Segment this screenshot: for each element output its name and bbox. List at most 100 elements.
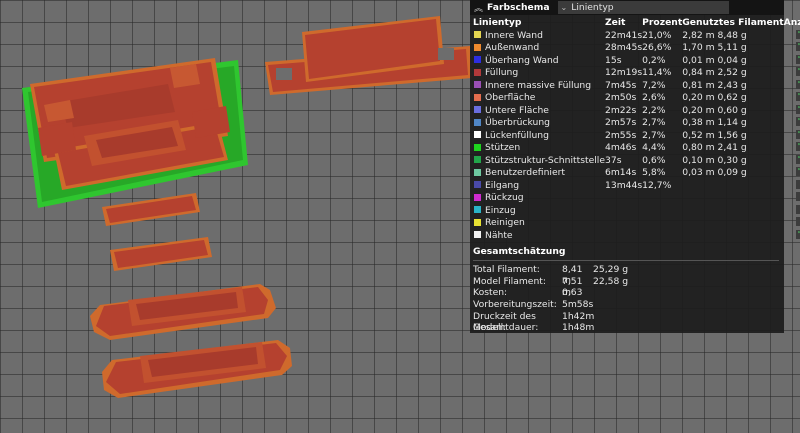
percent-cell: 4,4% [642, 142, 666, 154]
time-cell: 7m45s [605, 79, 637, 91]
table-row: Reinigen [473, 217, 800, 230]
color-scheme-dropdown[interactable]: ⌄ Linientyp [557, 1, 729, 14]
line-type-label: Untere Fläche [485, 104, 549, 116]
line-type-label: Stützen [485, 142, 521, 154]
show-checkbox[interactable] [795, 52, 800, 64]
time-cell [605, 217, 642, 230]
table-row: Überhang Wand 15s 0,2% 0,01 m 0,04 g [473, 52, 800, 67]
line-type-cell: Nähte [473, 229, 605, 242]
line-type-cell: Außenwand [473, 42, 605, 55]
filament-cell [682, 217, 783, 230]
color-swatch [474, 106, 481, 114]
show-checkbox[interactable] [795, 64, 800, 77]
color-swatch [474, 181, 481, 189]
table-row: Rückzug [473, 192, 800, 205]
filament-cell: 0,52 m 1,56 g [682, 129, 747, 141]
time-cell: 2m57s [605, 117, 637, 129]
line-type-cell: Lückenfüllung [473, 129, 605, 142]
color-swatch [474, 156, 481, 164]
model-part-strip-1[interactable] [102, 193, 200, 226]
line-type-cell: Einzug [473, 204, 605, 217]
line-type-label: Stützstruktur-Schnittstelle [485, 154, 606, 166]
show-checkbox[interactable] [795, 179, 800, 189]
line-type-label: Füllung [485, 67, 519, 79]
percent-cell: 7,2% [642, 79, 666, 91]
filament-cell [682, 229, 783, 242]
estimate-value: 1h42m [562, 310, 595, 322]
line-type-cell: Rückzug [473, 192, 605, 205]
show-checkbox[interactable] [795, 114, 800, 127]
table-row: Benutzerdefiniert 6m14s 5,8% 0,03 m 0,09 g [473, 164, 800, 180]
time-cell [605, 204, 642, 217]
show-checkbox[interactable] [795, 39, 800, 52]
show-checkbox[interactable] [795, 164, 800, 177]
time-cell [605, 229, 642, 242]
percent-cell [642, 217, 682, 230]
time-cell: 12m19s [605, 67, 643, 79]
percent-cell: 2,6% [642, 92, 666, 104]
color-swatch [474, 31, 481, 39]
show-cell [784, 204, 800, 217]
estimate-value-secondary [593, 299, 673, 311]
time-cell: 28m45s [605, 42, 643, 54]
chevron-down-icon: ⌄ [560, 3, 568, 12]
total-estimate: Gesamtschätzung Total Filament: 8,41 m 25,… [473, 246, 779, 334]
estimate-value: 5m58s [562, 299, 594, 311]
panel-title: Farbschema [487, 2, 550, 13]
show-checkbox[interactable] [795, 152, 800, 164]
line-type-label: Innere Wand [485, 29, 543, 41]
model-part-strip-2[interactable] [110, 237, 212, 271]
filament-cell [682, 179, 783, 192]
time-cell: 6m14s [605, 167, 637, 179]
line-type-label: Benutzerdefiniert [485, 167, 565, 179]
estimate-value: 7,51 m [562, 275, 583, 298]
filament-cell: 0,03 m 0,09 g [682, 167, 747, 179]
estimate-value-secondary [593, 311, 673, 323]
color-scheme-panel: ︽ Farbschema ⌄ Linientyp Linientyp Zeit … [470, 0, 800, 334]
model-part-oval-2[interactable] [102, 340, 292, 398]
table-row: Nähte [473, 227, 800, 242]
table-row: Einzug [473, 204, 800, 217]
filament-cell: 0,80 m 2,41 g [682, 142, 747, 154]
show-checkbox[interactable] [795, 204, 800, 214]
show-checkbox[interactable] [795, 217, 800, 227]
color-swatch [474, 206, 481, 214]
color-swatch [474, 143, 481, 151]
show-checkbox[interactable] [795, 227, 800, 239]
color-swatch [474, 218, 481, 226]
estimate-value-secondary: 22,58 g [593, 275, 629, 287]
collapse-chevron-icon[interactable]: ︽ [474, 1, 483, 14]
show-checkbox[interactable] [795, 102, 800, 114]
table-row: Innere massive Füllung 7m45s 7,2% 0,81 m 2,… [473, 77, 800, 92]
line-type-label: Innere massive Füllung [485, 79, 592, 91]
percent-cell: 26,6% [642, 42, 672, 54]
percent-cell: 11,4% [642, 67, 672, 79]
filament-cell: 0,20 m 0,62 g [682, 92, 747, 104]
line-type-label: Eilgang [485, 179, 520, 191]
show-checkbox[interactable] [795, 192, 800, 202]
show-cell [784, 227, 800, 242]
line-type-cell: Überbrückung [473, 117, 605, 130]
line-type-label: Außenwand [485, 42, 540, 54]
show-checkbox[interactable] [795, 139, 800, 152]
time-cell: 22m41s [605, 29, 643, 41]
show-checkbox[interactable] [795, 89, 800, 102]
percent-cell: 0,2% [642, 54, 666, 66]
color-swatch [474, 131, 481, 139]
show-checkbox[interactable] [795, 77, 800, 89]
model-part-oval-1[interactable] [90, 284, 276, 340]
show-checkbox[interactable] [795, 27, 800, 39]
dropdown-value: Linientyp [571, 2, 614, 13]
line-type-label: Rückzug [485, 192, 524, 204]
line-type-cell: Eilgang [473, 179, 605, 192]
show-checkbox[interactable] [795, 127, 800, 139]
estimate-row: Total Filament: 8,41 m 25,29 g [473, 264, 779, 286]
table-row: Eilgang 13m44s 12,7% [473, 179, 800, 192]
model-part-block[interactable] [265, 16, 472, 95]
time-cell [605, 192, 642, 205]
table-row: Füllung 12m19s 11,4% 0,84 m 2,52 g [473, 64, 800, 80]
table-row: Lückenfüllung 2m55s 2,7% 0,52 m 1,56 g [473, 127, 800, 142]
line-type-cell: Untere Fläche [473, 104, 605, 117]
line-type-cell: Stützen [473, 142, 605, 155]
filament-cell: 0,84 m 2,52 g [682, 67, 747, 79]
